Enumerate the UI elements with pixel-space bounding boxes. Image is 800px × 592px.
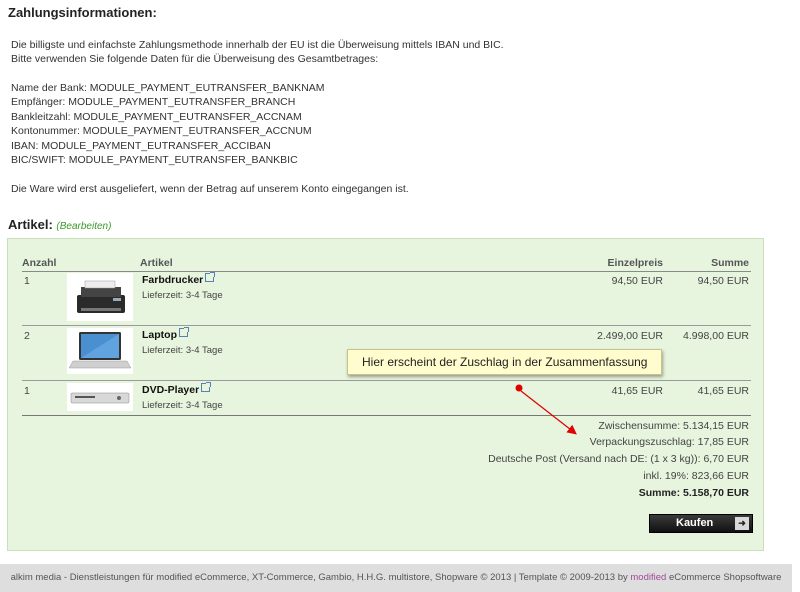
footer-brand-link[interactable]: modified (630, 572, 666, 583)
footer-text: alkim media - Dienstleistungen für modif… (10, 572, 631, 583)
annotation-arrow (515, 384, 577, 435)
footer-text-end: eCommerce Shopsoftware (666, 572, 782, 583)
footer: alkim media - Dienstleistungen für modif… (0, 564, 792, 592)
